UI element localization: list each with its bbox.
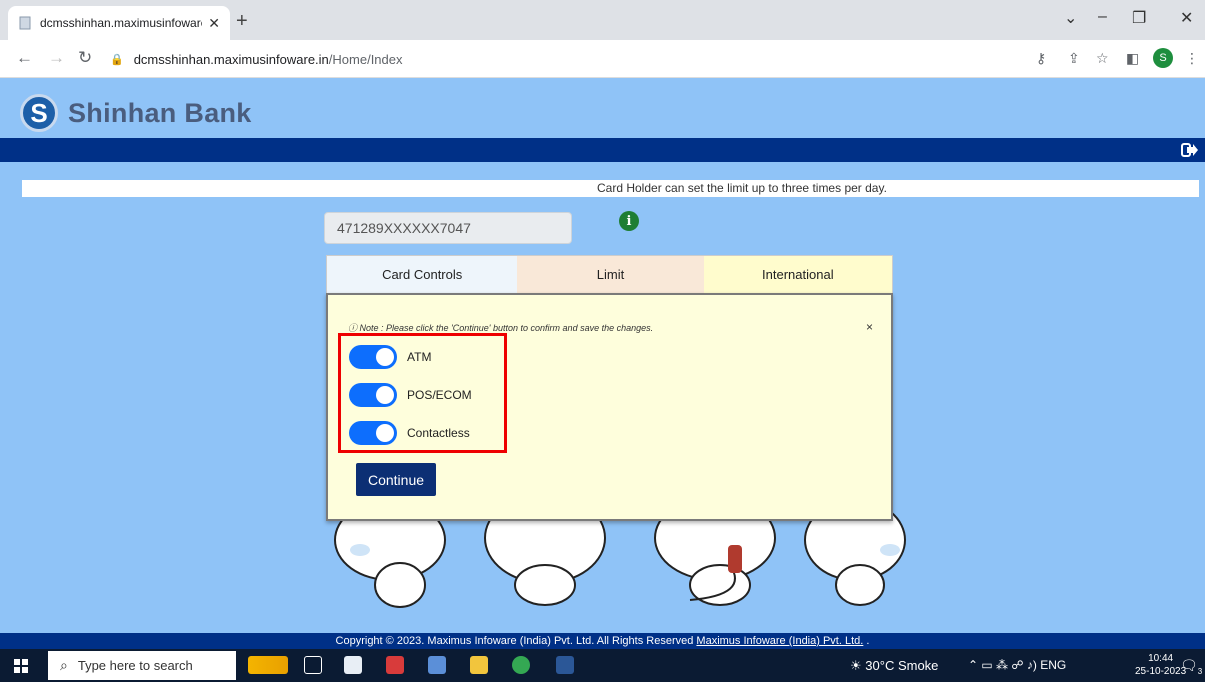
windows-start-icon[interactable] bbox=[14, 659, 28, 673]
network-app-icon[interactable] bbox=[428, 656, 446, 674]
bookmark-star-icon[interactable]: ☆ bbox=[1096, 50, 1109, 67]
page-icon bbox=[19, 16, 31, 30]
task-view-icon[interactable] bbox=[304, 656, 322, 674]
site-footer: Copyright © 2023. Maximus Infoware (Indi… bbox=[0, 633, 1205, 649]
minimize-icon[interactable]: – bbox=[1098, 8, 1107, 26]
contactless-label: Contactless bbox=[407, 426, 470, 440]
browser-tab[interactable]: dcmsshinhan.maximusinfoware.in ✕ bbox=[8, 6, 230, 40]
tab-limit[interactable]: Limit bbox=[517, 256, 704, 293]
continue-button[interactable]: Continue bbox=[356, 463, 436, 496]
file-explorer-icon[interactable] bbox=[470, 656, 488, 674]
toggle-row-atm: ATM bbox=[349, 345, 431, 369]
clock-date: 25-10-2023 bbox=[1135, 666, 1187, 677]
weather-widget[interactable]: ☀ 30°C Smoke bbox=[850, 658, 938, 674]
pos-ecom-label: POS/ECOM bbox=[407, 388, 472, 402]
language-indicator[interactable]: ENG bbox=[1040, 658, 1066, 672]
close-window-icon[interactable]: ✕ bbox=[1180, 8, 1193, 28]
logout-icon[interactable] bbox=[1181, 141, 1199, 159]
note-message: Note : Please click the 'Continue' butto… bbox=[359, 323, 654, 333]
tab-card-controls[interactable]: Card Controls bbox=[327, 256, 518, 293]
reload-icon[interactable]: ↻ bbox=[78, 48, 92, 68]
brand-name: Shinhan Bank bbox=[68, 97, 252, 128]
browser-tab-title: dcmsshinhan.maximusinfoware.in bbox=[40, 16, 203, 30]
toggle-row-contactless: Contactless bbox=[349, 421, 470, 445]
side-panel-icon[interactable]: ◧ bbox=[1126, 50, 1139, 67]
toggle-row-pos-ecom: POS/ECOM bbox=[349, 383, 472, 407]
site-logo: S Shinhan Bank bbox=[20, 94, 252, 132]
forward-icon[interactable]: → bbox=[48, 48, 65, 68]
new-tab-icon[interactable]: + bbox=[236, 10, 248, 33]
office-icon[interactable] bbox=[386, 656, 404, 674]
card-number-field: 471289XXXXXX7047 bbox=[324, 212, 572, 244]
share-icon[interactable]: ⇪ bbox=[1068, 50, 1080, 67]
pos-ecom-toggle[interactable] bbox=[349, 383, 397, 407]
contactless-toggle[interactable] bbox=[349, 421, 397, 445]
url-path: /Home/Index bbox=[328, 51, 403, 67]
back-icon[interactable]: ← bbox=[16, 48, 33, 68]
limit-notice-text: Card Holder can set the limit up to thre… bbox=[597, 181, 887, 195]
close-tab-icon[interactable]: ✕ bbox=[208, 15, 220, 32]
windows-taskbar: ⌕ Type here to search ☀ 30°C Smoke ⌃ ▭ ⁂… bbox=[0, 649, 1205, 682]
key-icon[interactable]: ⚷ bbox=[1036, 50, 1046, 67]
url-host: dcmsshinhan.maximusinfoware.in bbox=[133, 51, 329, 67]
system-tray[interactable]: ⌃ ▭ ⁂ ☍ ♪) ENG bbox=[968, 658, 1066, 672]
dismiss-note-icon[interactable]: × bbox=[866, 320, 873, 334]
weather-text: 30°C Smoke bbox=[865, 658, 939, 673]
tab-search-icon[interactable]: ⌄ bbox=[1064, 8, 1077, 28]
shinhan-logo-icon: S bbox=[20, 94, 58, 132]
widgets-icon[interactable] bbox=[248, 656, 288, 674]
copyright-text: Copyright © 2023. Maximus Infoware (Indi… bbox=[335, 635, 694, 647]
menu-icon[interactable]: ⋮ bbox=[1185, 50, 1199, 67]
control-tabs: Card Controls Limit International bbox=[326, 255, 893, 293]
notification-count: 3 bbox=[1197, 666, 1203, 676]
search-placeholder: Type here to search bbox=[77, 658, 193, 673]
limit-notice-bar: Card Holder can set the limit up to thre… bbox=[22, 180, 1199, 197]
lock-icon: 🔒 bbox=[110, 53, 124, 66]
footer-suffix: . bbox=[863, 635, 870, 647]
chrome-icon[interactable] bbox=[512, 656, 530, 674]
calculator-icon[interactable] bbox=[344, 656, 362, 674]
info-icon[interactable]: i bbox=[619, 211, 639, 231]
maximize-icon[interactable]: ❐ bbox=[1132, 8, 1146, 28]
browser-tab-bar: dcmsshinhan.maximusinfoware.in ✕ + ⌄ – ❐… bbox=[0, 0, 1205, 40]
word-icon[interactable] bbox=[556, 656, 574, 674]
tab-international[interactable]: International bbox=[703, 256, 892, 293]
maximus-link[interactable]: Maximus Infoware (India) Pvt. Ltd. bbox=[696, 635, 863, 647]
address-bar: ← → ↻ 🔒 dcmsshinhan.maximusinfoware.in/H… bbox=[0, 40, 1205, 78]
nav-strip bbox=[0, 138, 1205, 162]
profile-avatar[interactable]: S bbox=[1153, 48, 1173, 68]
notification-icon[interactable]: 🗨3 bbox=[1180, 657, 1202, 676]
atm-label: ATM bbox=[407, 350, 432, 364]
taskbar-search[interactable]: ⌕ Type here to search bbox=[48, 651, 236, 680]
search-icon: ⌕ bbox=[60, 657, 68, 673]
atm-toggle[interactable] bbox=[349, 345, 397, 369]
taskbar-clock[interactable]: 10:44 25-10-2023 bbox=[1135, 652, 1186, 678]
card-controls-panel: ⓘ Note : Please click the 'Continue' but… bbox=[326, 293, 893, 521]
url-field[interactable]: 🔒 dcmsshinhan.maximusinfoware.in/Home/In… bbox=[110, 46, 1010, 72]
clock-time: 10:44 bbox=[1148, 653, 1174, 664]
